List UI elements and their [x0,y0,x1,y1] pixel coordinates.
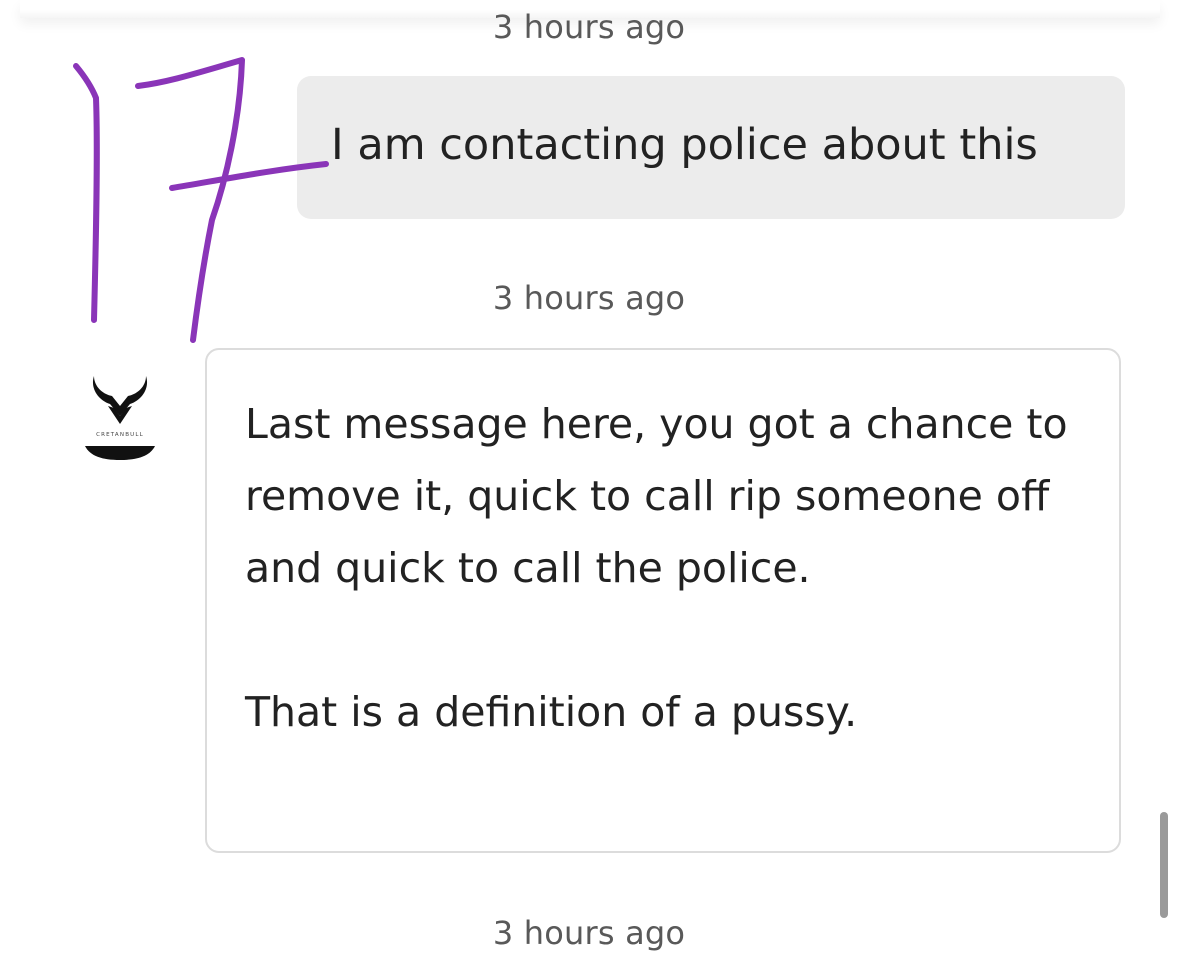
message-timestamp: 3 hours ago [492,914,686,952]
sent-message-bubble[interactable]: I am contacting police about this [297,76,1125,219]
message-timestamp: 3 hours ago [492,8,686,46]
scrollbar-thumb[interactable] [1160,812,1168,918]
received-message-text: Last message here, you got a chance to r… [245,388,1095,748]
sent-message-text: I am contacting police about this [331,120,1038,170]
received-message-bubble[interactable]: Last message here, you got a chance to r… [205,348,1121,853]
message-paragraph: Last message here, you got a chance to r… [245,400,1068,592]
bull-logo-icon: CRETANBULL [85,376,155,460]
avatar-wordmark: CRETANBULL [96,432,144,438]
message-timestamp: 3 hours ago [492,279,686,317]
message-paragraph: That is a definition of a pussy. [245,688,858,736]
avatar[interactable]: CRETANBULL [80,370,160,465]
